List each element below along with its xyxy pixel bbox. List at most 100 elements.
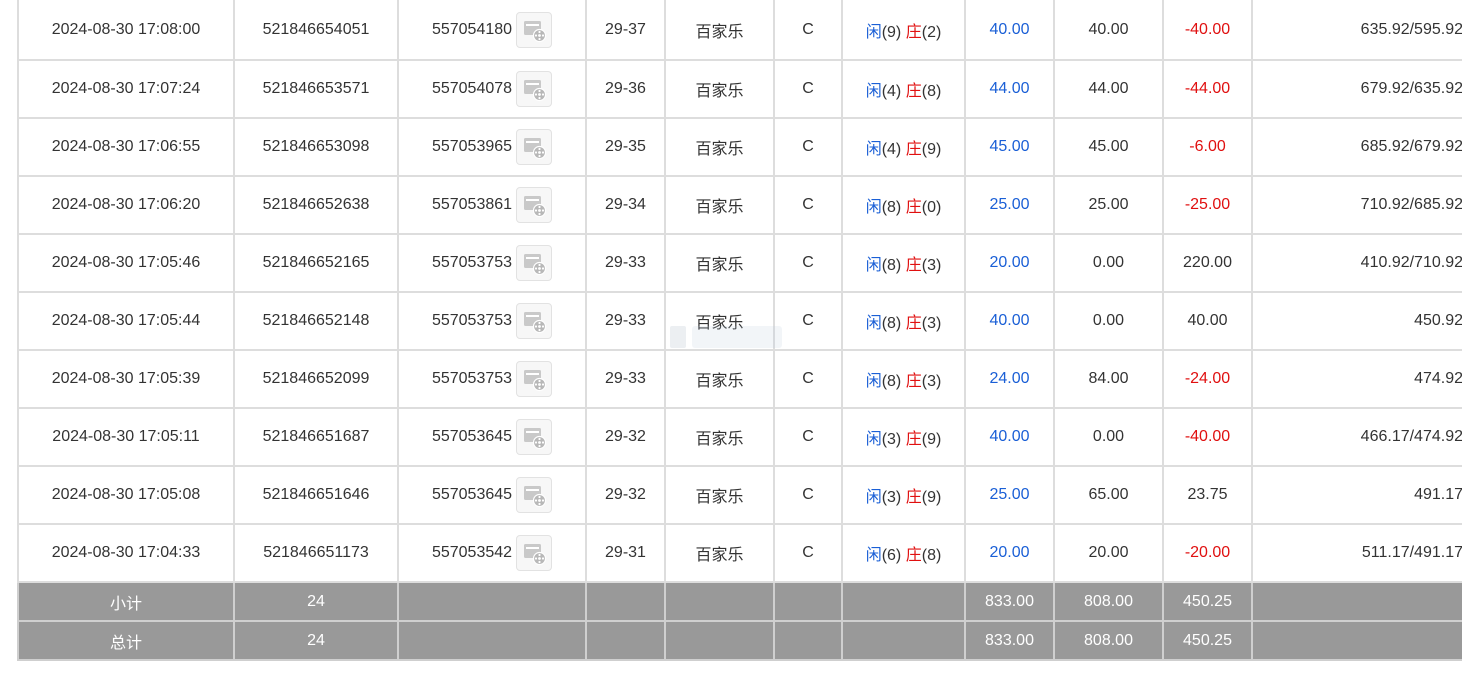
win-loss: -24.00 xyxy=(1162,349,1253,409)
valid-bet: 0.00 xyxy=(1053,291,1164,351)
round-number: 29-33 xyxy=(585,233,666,293)
bet-time: 2024-08-30 17:08:00 xyxy=(17,0,235,61)
banker-score: (9) xyxy=(921,431,942,448)
table-row: 2024-08-30 17:05:08 521846651646 557053645… xyxy=(17,465,1462,525)
balance: 511.17/491.17 xyxy=(1251,523,1462,583)
banker-score: (3) xyxy=(921,373,942,390)
table-row: 2024-08-30 17:07:24 521846653571 557054078… xyxy=(17,59,1462,119)
bet-number: 521846651173 xyxy=(233,523,399,583)
valid-bet: 40.00 xyxy=(1053,0,1164,61)
table-id: C xyxy=(773,0,843,61)
player-label: 闲 xyxy=(865,23,882,41)
valid-bet: 0.00 xyxy=(1053,407,1164,467)
bet-amount: 24.00 xyxy=(964,349,1055,409)
banker-score: (9) xyxy=(921,489,942,506)
balance: 710.92/685.92 xyxy=(1251,175,1462,235)
video-replay-icon[interactable] xyxy=(516,419,553,455)
table-row: 2024-08-30 17:05:44 521846652148 557053753… xyxy=(17,291,1462,351)
bet-amount: 25.00 xyxy=(964,465,1055,525)
table-id: C xyxy=(773,233,843,293)
game-number-cell: 557053965 xyxy=(397,117,587,177)
video-replay-icon[interactable] xyxy=(516,129,553,165)
subtotal-bet: 833.00 xyxy=(964,581,1055,622)
bet-time: 2024-08-30 17:07:24 xyxy=(17,59,235,119)
banker-score: (8) xyxy=(921,83,942,100)
video-replay-icon[interactable] xyxy=(516,303,553,339)
round-number: 29-31 xyxy=(585,523,666,583)
video-replay-icon[interactable] xyxy=(516,245,553,281)
result-cell: 闲(8) 庄(3) xyxy=(841,349,966,409)
table-id: C xyxy=(773,175,843,235)
subtotal-valid: 808.00 xyxy=(1053,581,1164,622)
bet-time: 2024-08-30 17:05:11 xyxy=(17,407,235,467)
game-number-cell: 557053645 xyxy=(397,407,587,467)
table-id: C xyxy=(773,349,843,409)
video-replay-icon[interactable] xyxy=(516,11,553,48)
game-number: 557053645 xyxy=(431,428,513,445)
valid-bet: 20.00 xyxy=(1053,523,1164,583)
round-number: 29-32 xyxy=(585,407,666,467)
win-loss: -40.00 xyxy=(1162,0,1253,61)
table-id: C xyxy=(773,523,843,583)
table-row: 2024-08-30 17:05:46 521846652165 557053753… xyxy=(17,233,1462,293)
video-replay-icon[interactable] xyxy=(516,71,553,107)
bet-time: 2024-08-30 17:06:20 xyxy=(17,175,235,235)
video-replay-icon[interactable] xyxy=(516,187,553,223)
game-type: 百家乐 xyxy=(664,349,775,409)
valid-bet: 45.00 xyxy=(1053,117,1164,177)
video-replay-icon[interactable] xyxy=(516,477,553,513)
round-number: 29-35 xyxy=(585,117,666,177)
game-number: 557053753 xyxy=(431,254,513,271)
player-score: (8) xyxy=(881,199,902,216)
bet-number: 521846652148 xyxy=(233,291,399,351)
game-number-cell: 557053753 xyxy=(397,233,587,293)
bet-time: 2024-08-30 17:05:08 xyxy=(17,465,235,525)
subtotal-label: 小计 xyxy=(17,581,235,622)
game-number: 557054078 xyxy=(431,80,513,97)
valid-bet: 84.00 xyxy=(1053,349,1164,409)
bet-number: 521846653098 xyxy=(233,117,399,177)
total-bet: 833.00 xyxy=(964,620,1055,661)
game-number: 557053861 xyxy=(431,196,513,213)
video-replay-icon[interactable] xyxy=(516,361,553,397)
bet-time: 2024-08-30 17:05:39 xyxy=(17,349,235,409)
game-type: 百家乐 xyxy=(664,465,775,525)
game-number: 557053542 xyxy=(431,544,513,561)
game-type: 百家乐 xyxy=(664,117,775,177)
banker-score: (3) xyxy=(921,315,942,332)
table-id: C xyxy=(773,465,843,525)
balance: 635.92/595.92 xyxy=(1251,0,1462,61)
game-number-cell: 557054078 xyxy=(397,59,587,119)
result-cell: 闲(3) 庄(9) xyxy=(841,465,966,525)
bet-amount: 44.00 xyxy=(964,59,1055,119)
player-label: 闲 xyxy=(865,199,882,216)
bet-time: 2024-08-30 17:05:44 xyxy=(17,291,235,351)
table-row: 2024-08-30 17:05:39 521846652099 557053753… xyxy=(17,349,1462,409)
win-loss: 220.00 xyxy=(1162,233,1253,293)
balance: 410.92/710.92 xyxy=(1251,233,1462,293)
game-number-cell: 557054180 xyxy=(397,0,587,61)
table-row: 2024-08-30 17:06:55 521846653098 557053965… xyxy=(17,117,1462,177)
game-number-cell: 557053542 xyxy=(397,523,587,583)
video-replay-icon[interactable] xyxy=(516,535,553,571)
valid-bet: 65.00 xyxy=(1053,465,1164,525)
round-number: 29-33 xyxy=(585,291,666,351)
banker-label: 庄 xyxy=(905,547,922,564)
player-score: (6) xyxy=(881,547,902,564)
player-label: 闲 xyxy=(865,315,882,332)
banker-label: 庄 xyxy=(905,373,922,390)
banker-label: 庄 xyxy=(905,257,922,274)
bet-amount: 25.00 xyxy=(964,175,1055,235)
bet-records-table: 2024-08-30 17:08:00 521846654051 557054180… xyxy=(17,0,1462,661)
banker-score: (8) xyxy=(921,547,942,564)
round-number: 29-32 xyxy=(585,465,666,525)
subtotal-count: 24 xyxy=(233,581,399,622)
banker-label: 庄 xyxy=(905,23,922,41)
game-number: 557053645 xyxy=(431,486,513,503)
game-number-cell: 557053753 xyxy=(397,349,587,409)
bet-time: 2024-08-30 17:04:33 xyxy=(17,523,235,583)
player-score: (4) xyxy=(881,83,902,100)
bet-time: 2024-08-30 17:06:55 xyxy=(17,117,235,177)
summary-body: 小计 24 833.00 808.00 450.25 总计 24 833.00 … xyxy=(17,581,1462,661)
result-cell: 闲(4) 庄(9) xyxy=(841,117,966,177)
